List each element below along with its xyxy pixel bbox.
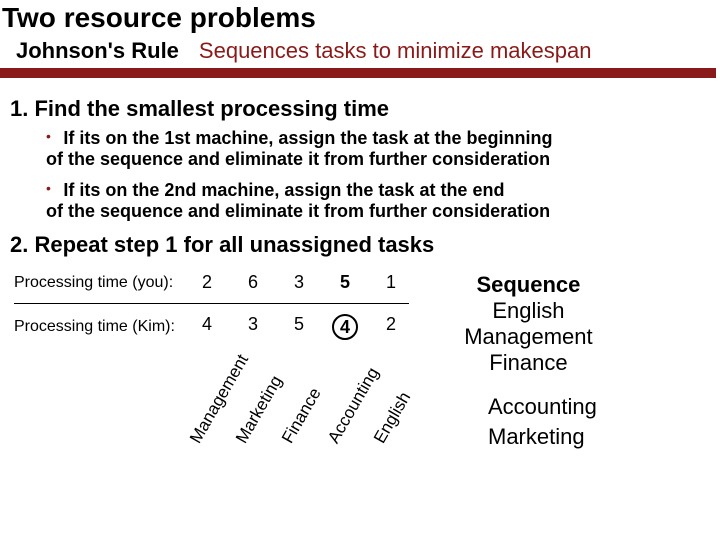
slide-title: Two resource problems — [0, 0, 720, 38]
sequence-item: Finance — [460, 350, 597, 376]
bullet-icon: • — [46, 180, 51, 196]
cell: 3 — [230, 314, 276, 340]
bullet-1-line2: of the sequence and eliminate it from fu… — [46, 149, 680, 170]
circle-icon: 4 — [332, 314, 358, 340]
sequence-heading: Sequence — [460, 272, 597, 298]
subtitle-row: Johnson's Rule Sequences tasks to minimi… — [0, 38, 720, 68]
bullet-1-line1: If its on the 1st machine, assign the ta… — [63, 128, 552, 148]
cell: 4 — [184, 314, 230, 340]
table-row: Processing time (Kim): 4 3 5 4 2 — [10, 314, 440, 340]
cell: 1 — [368, 272, 414, 293]
row-label-kim: Processing time (Kim): — [14, 318, 184, 336]
rule-description: Sequences tasks to minimize makespan — [199, 38, 592, 64]
remaining-list: Accounting Marketing — [460, 394, 597, 450]
side-panel: Sequence English Management Finance Acco… — [440, 272, 597, 472]
table-separator — [14, 303, 409, 304]
row-label-you: Processing time (you): — [14, 274, 184, 292]
cell: 2 — [184, 272, 230, 293]
bullet-icon: • — [46, 128, 51, 144]
cell: 5 — [276, 314, 322, 340]
bullet-2-line1: If its on the 2nd machine, assign the ta… — [63, 180, 504, 200]
category-labels: Management Marketing Finance Accounting … — [184, 352, 440, 472]
cell: 2 — [368, 314, 414, 340]
sequence-item: English — [460, 298, 597, 324]
cell: 3 — [276, 272, 322, 293]
step-1-heading: 1. Find the smallest processing time — [10, 96, 710, 122]
processing-table: Processing time (you): 2 6 3 5 1 Process… — [10, 272, 440, 472]
cell-highlight: 4 — [322, 314, 368, 340]
category-label: English — [370, 389, 415, 447]
category-label: Finance — [278, 385, 326, 447]
cell: 6 — [230, 272, 276, 293]
bullet-1: • If its on the 1st machine, assign the … — [10, 128, 710, 170]
sequence-item: Management — [460, 324, 597, 350]
table-row: Processing time (you): 2 6 3 5 1 — [10, 272, 440, 293]
remaining-item: Accounting — [488, 394, 597, 420]
bullet-2: • If its on the 2nd machine, assign the … — [10, 180, 710, 222]
step-2-heading: 2. Repeat step 1 for all unassigned task… — [10, 232, 710, 258]
divider-bar — [0, 68, 716, 78]
cell-highlight: 5 — [322, 272, 368, 293]
bullet-2-line2: of the sequence and eliminate it from fu… — [46, 201, 680, 222]
remaining-item: Marketing — [488, 424, 597, 450]
rule-label: Johnson's Rule — [16, 38, 179, 64]
